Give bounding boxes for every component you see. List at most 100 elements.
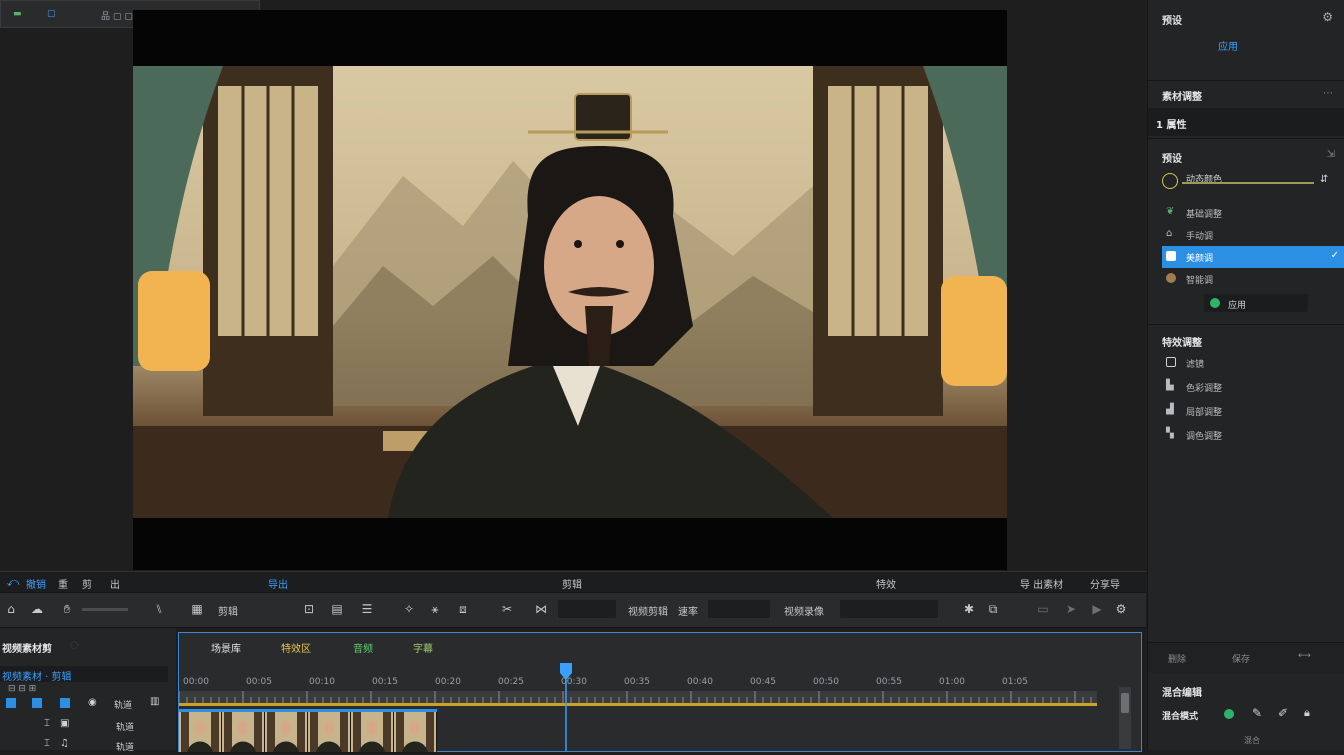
cursor-icon[interactable]: ⌶ [44,738,50,749]
share-button[interactable]: 分享导 [1090,576,1120,591]
style-item-basic[interactable]: ❦ 基础调整 [1162,202,1344,224]
magic-icon[interactable]: ✧ [402,602,416,616]
vertical-scrollbar[interactable] [1119,687,1131,749]
track-header-panel: 视频素材剪 ◌ 视频素材 · 剪辑 ⊟ ⊟ ⊞ 轨道 ◉ ▥ ⌶ ▣ 轨道 ⌶ … [0,628,176,753]
style-item-label: 美颜调 [1186,254,1214,264]
audio-toggle[interactable] [60,698,70,708]
ruler-label: 01:05 [1002,677,1028,687]
split-icon[interactable]: ⑊ [152,602,166,616]
grid-icon[interactable]: ▦ [190,602,204,616]
style-item-label: 基础调整 [1186,210,1223,220]
scene-illustration [133,66,1007,518]
ruler-label: 01:00 [939,677,965,687]
redo-button[interactable]: 重 [58,576,68,591]
wand-icon[interactable]: ⚹ [428,602,442,616]
crop-icon[interactable]: ⊡ [302,602,316,616]
more-icon[interactable]: ⋯ [1323,88,1333,99]
ruler-label: 00:35 [624,677,650,687]
video-preview[interactable] [133,10,1007,570]
brush-icon[interactable]: ✎ [1252,706,1262,720]
style-item-manual[interactable]: ⌂ 手动调 [1162,224,1344,246]
timeline-panel[interactable]: 场景库 特效区 音频 字幕 00:00 00:05 00:10 00:15 00:20 0… [178,632,1142,754]
record-button[interactable]: 视频录像 [784,603,824,618]
track-name: 视频素材 · 剪辑 [2,672,72,683]
building-icon: ▟ [1166,404,1174,415]
effect-item[interactable]: ▟ 局部调整 [1162,400,1344,422]
link-icon[interactable]: ⟷ [1298,651,1311,661]
forward-icon[interactable]: ▶ [1090,602,1104,616]
track-row-label: 轨道 [116,723,135,733]
pen-icon[interactable]: ✐ [1278,706,1288,720]
eye-icon[interactable]: ◉ [88,697,97,708]
duration-field[interactable] [558,600,616,618]
clip-thumbnail [308,712,350,752]
tab-properties[interactable]: 1 属性 [1156,116,1186,131]
reset-icon[interactable]: ⇵ [1320,174,1328,185]
pin-icon[interactable]: ✱ [962,602,976,616]
tab-subtitles[interactable]: 字幕 [413,640,433,655]
preset-apply-button[interactable]: 应用 [1218,38,1238,53]
transition-icon[interactable]: ⋈ [534,602,548,616]
lock-toggle[interactable] [32,698,42,708]
save-button[interactable]: 保存 [1232,652,1250,665]
cloud-icon[interactable]: ☁ [30,602,44,616]
cursor-icon[interactable]: ⌶ [44,718,50,729]
video-clip[interactable] [179,709,437,754]
scrollbar-thumb[interactable] [1121,693,1129,713]
expand-icon[interactable]: ⇲ [1327,149,1335,160]
settings-icon[interactable]: ⚙ [1322,10,1333,24]
next-icon[interactable]: ➤ [1064,602,1078,616]
frame-icon[interactable]: ⧈ [456,602,470,616]
undo-icon[interactable]: ⤺ [6,575,20,589]
track-panel-title: 视频素材剪 [2,644,52,655]
style-item-label: 智能调 [1186,276,1214,286]
export-asset-button[interactable]: 导 出素材 [1020,576,1063,591]
mic-icon[interactable]: ♫ [60,738,69,749]
hand-icon[interactable]: ✋︎ [60,602,74,616]
tab-effects[interactable]: 特效区 [281,640,311,655]
tab-audio[interactable]: 音频 [353,640,373,655]
effect-item-label: 滤镜 [1186,360,1205,370]
color-dot-icon[interactable] [1224,709,1234,719]
snap-icon[interactable]: ⧉ [986,602,1000,616]
effect-item[interactable]: 滤镜 [1162,352,1344,374]
style-apply-button[interactable]: 应用 [1204,294,1308,312]
image-icon[interactable]: ▣ [60,718,69,729]
topbar-item-2[interactable]: 品 ▢ ▢ [101,9,133,22]
color-slider[interactable]: 动态颜色 ⇵ [1162,172,1332,190]
mute-icon[interactable]: ▭ [1036,602,1050,616]
style-item-beauty[interactable]: 美颜调 ✓ [1162,246,1344,268]
delete-button[interactable]: 删除 [1168,652,1186,665]
gear-icon[interactable]: ⚙ [1114,602,1128,616]
effect-item[interactable]: ▚ 调色调整 [1162,424,1344,446]
menu-icon[interactable]: ☰ [360,602,374,616]
effects-mode-label: 特效 [876,580,896,591]
slider-knob[interactable] [1162,173,1178,189]
volume-field[interactable] [840,600,938,618]
ruler-label: 00:00 [183,677,209,687]
zoom-slider[interactable] [82,608,128,611]
home-icon[interactable]: ⌂ [4,602,18,616]
tab-scenes[interactable]: 场景库 [211,640,241,655]
visibility-toggle[interactable] [6,698,16,708]
clip-button[interactable]: 剪辑 [218,603,238,618]
ruler-label: 00:15 [372,677,398,687]
playhead[interactable] [559,663,573,751]
speed-field[interactable] [708,600,770,618]
undo-label[interactable]: 撤销 [26,576,46,591]
video-clip-button[interactable]: 视频剪辑 [628,603,668,618]
grid-small-icon[interactable]: ▥ [150,696,159,707]
track-name-bar[interactable]: 视频素材 · 剪辑 [0,666,168,683]
track-controls: ⊟ ⊟ ⊞ [8,684,37,694]
out-button[interactable]: 出 [110,576,120,591]
table-icon[interactable]: ▤ [330,602,344,616]
topbar-item-1[interactable]: ▢ [47,9,56,19]
time-ruler[interactable]: 00:00 00:05 00:10 00:15 00:20 00:25 00:30 00:35… [179,675,1129,691]
scissors-icon[interactable]: ✂ [500,602,514,616]
style-item-smart[interactable]: 智能调 [1162,268,1344,290]
effect-item[interactable]: ▙ 色彩调整 [1162,376,1344,398]
export-link[interactable]: 导出 [268,576,288,591]
preset-title: 预设 [1162,16,1182,27]
lock-icon[interactable]: 🔒︎ [1304,706,1310,720]
cut-button[interactable]: 剪 [82,576,92,591]
